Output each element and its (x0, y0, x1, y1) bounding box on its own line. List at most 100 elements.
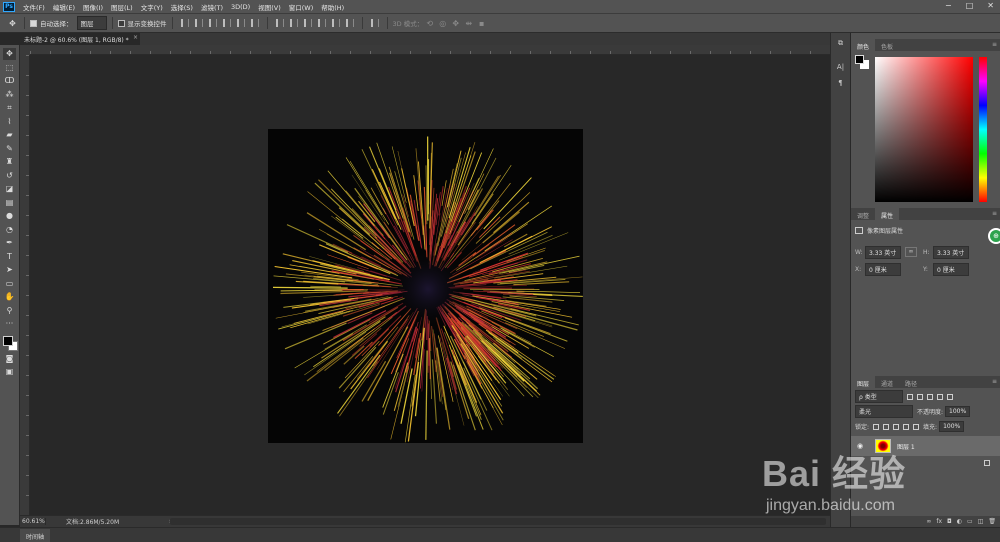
brush-tool-icon[interactable]: ✎ (3, 143, 16, 155)
lock-position-icon[interactable] (893, 423, 900, 430)
type-tool-icon[interactable]: T (3, 251, 16, 263)
width-field[interactable]: 3.33 英寸 (865, 245, 901, 259)
layer-filter-dropdown[interactable]: ρ 类型 (855, 390, 903, 403)
crop-tool-icon[interactable]: ⌗ (3, 102, 16, 114)
distribute-bottom-icon[interactable] (303, 19, 312, 27)
layer-name[interactable]: 图层 1 (897, 442, 915, 451)
color-swatches[interactable] (2, 335, 18, 351)
link-layers-icon[interactable]: ∞ (926, 518, 931, 525)
horizontal-ruler[interactable] (30, 45, 830, 55)
foreground-swatch[interactable] (855, 55, 864, 64)
distribute-left-icon[interactable] (317, 19, 326, 27)
3d-slide-icon[interactable]: ⇹ (462, 17, 475, 29)
zoom-level[interactable]: 60.61% (20, 518, 46, 525)
filter-shape-icon[interactable] (937, 393, 943, 400)
close-document-icon[interactable]: × (133, 34, 138, 41)
menu-layer[interactable]: 图层(L) (111, 2, 133, 12)
filter-pixel-icon[interactable] (907, 393, 913, 400)
layer-row-background[interactable] (851, 457, 1000, 471)
align-top-icon[interactable] (180, 19, 189, 27)
move-tool-preset-icon[interactable]: ✥ (6, 17, 19, 29)
add-mask-icon[interactable]: ◘ (947, 518, 952, 525)
tab-color[interactable]: 颜色 (851, 39, 876, 51)
foreground-color-swatch[interactable] (2, 335, 13, 346)
menu-type[interactable]: 文字(Y) (141, 2, 163, 12)
3d-scale-icon[interactable]: ▪ (475, 17, 488, 29)
healing-brush-tool-icon[interactable]: ▰ (3, 129, 16, 141)
minimize-button[interactable]: − (945, 1, 952, 10)
filter-adjustment-icon[interactable] (917, 393, 923, 400)
auto-select-dropdown[interactable]: 图层 (76, 16, 107, 30)
align-left-icon[interactable] (222, 19, 231, 27)
fill-field[interactable]: 100% (939, 421, 965, 432)
adjustment-layer-icon[interactable]: ◐ (957, 518, 962, 525)
eyedropper-tool-icon[interactable]: ⌇ (3, 116, 16, 128)
opacity-field[interactable]: 100% (945, 406, 971, 417)
history-panel-icon[interactable]: ⧉ (835, 39, 847, 49)
dodge-tool-icon[interactable]: ◔ (3, 224, 16, 236)
more-tools-icon[interactable]: ··· (3, 318, 16, 330)
panel-menu-icon[interactable]: ≡ (992, 41, 997, 48)
character-panel-icon[interactable]: A| (835, 63, 847, 73)
tab-layers[interactable]: 图层 (851, 376, 876, 388)
link-dimensions-icon[interactable]: ∞ (905, 247, 917, 257)
panel-menu-icon[interactable]: ≡ (992, 210, 997, 217)
lock-transparency-icon[interactable] (873, 423, 880, 430)
layer-style-icon[interactable]: fx (936, 518, 942, 525)
distribute-top-icon[interactable] (275, 19, 284, 27)
distribute-right-icon[interactable] (345, 19, 354, 27)
panel-menu-icon[interactable]: ≡ (992, 378, 997, 385)
screen-mode-icon[interactable]: ▣ (3, 366, 16, 378)
height-field[interactable]: 3.33 英寸 (933, 245, 969, 259)
lasso-tool-icon[interactable]: ↀ (3, 75, 16, 87)
floating-badge-icon[interactable]: ⊕ (988, 228, 1000, 244)
y-field[interactable]: 0 厘米 (933, 262, 969, 276)
menu-edit[interactable]: 编辑(E) (53, 2, 75, 12)
distribute-center-icon[interactable] (331, 19, 340, 27)
rectangle-tool-icon[interactable]: ▭ (3, 278, 16, 290)
3d-roll-icon[interactable]: ◎ (436, 17, 449, 29)
menu-window[interactable]: 窗口(W) (289, 2, 314, 12)
lock-artboard-icon[interactable] (903, 423, 910, 430)
timeline-tab[interactable]: 时间轴 (20, 529, 51, 542)
visibility-eye-icon[interactable]: ◉ (857, 442, 867, 450)
auto-select-checkbox[interactable] (30, 19, 37, 27)
lock-image-icon[interactable] (883, 423, 890, 430)
eraser-tool-icon[interactable]: ◪ (3, 183, 16, 195)
blur-tool-icon[interactable]: ● (3, 210, 16, 222)
menu-help[interactable]: 帮助(H) (321, 2, 344, 12)
tab-channels[interactable]: 通道 (875, 376, 899, 388)
vertical-ruler[interactable] (20, 55, 30, 515)
delete-layer-icon[interactable]: 🗑 (988, 518, 996, 525)
layer-row-layer-1[interactable]: ◉ 图层 1 (851, 436, 1000, 456)
3d-rotate-icon[interactable]: ⟲ (423, 17, 436, 29)
quick-mask-icon[interactable]: ◙ (3, 353, 16, 365)
horizontal-scrollbar[interactable] (170, 518, 826, 525)
align-bottom-icon[interactable] (208, 19, 217, 27)
auto-align-icon[interactable] (370, 19, 379, 27)
document-canvas[interactable] (268, 129, 583, 443)
tab-swatches[interactable]: 色板 (875, 39, 899, 51)
paragraph-panel-icon[interactable]: ¶ (835, 79, 847, 89)
color-panel-swatches[interactable] (855, 55, 869, 69)
marquee-tool-icon[interactable]: ⬚ (3, 62, 16, 74)
align-center-icon[interactable] (236, 19, 245, 27)
menu-3d[interactable]: 3D(D) (231, 3, 250, 11)
3d-pan-icon[interactable]: ✥ (449, 17, 462, 29)
tab-properties[interactable]: 属性 (875, 208, 900, 220)
align-right-icon[interactable] (250, 19, 259, 27)
menu-filter[interactable]: 滤镜(T) (201, 2, 223, 12)
clone-stamp-tool-icon[interactable]: ♜ (3, 156, 16, 168)
filter-type-icon[interactable] (927, 393, 933, 400)
x-field[interactable]: 0 厘米 (865, 262, 901, 276)
pen-tool-icon[interactable]: ✒ (3, 237, 16, 249)
tab-paths[interactable]: 路径 (899, 376, 923, 388)
document-tab[interactable]: 未标题-2 @ 60.6% (图层 1, RGB/8) * × (20, 33, 140, 45)
magic-wand-tool-icon[interactable]: ⁂ (3, 89, 16, 101)
show-transform-checkbox[interactable] (117, 19, 125, 27)
move-tool-icon[interactable]: ✥ (3, 48, 16, 60)
menu-select[interactable]: 选择(S) (171, 2, 193, 12)
gradient-tool-icon[interactable]: ▤ (3, 197, 16, 209)
hue-slider[interactable] (979, 57, 987, 202)
path-selection-tool-icon[interactable]: ➤ (3, 264, 16, 276)
